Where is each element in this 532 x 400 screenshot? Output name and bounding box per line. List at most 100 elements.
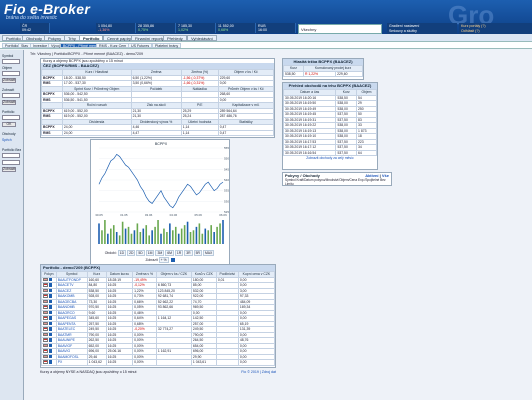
buy-icon[interactable] [48, 338, 52, 342]
period-option[interactable]: 3M [155, 250, 165, 256]
sidebar-label[interactable]: Spěch [2, 138, 12, 142]
period-option[interactable]: 1M [145, 250, 155, 256]
volume-bar [118, 235, 121, 244]
zoom-label: Zobrazit [145, 258, 158, 262]
period-option[interactable]: 3R [184, 250, 193, 256]
flag-icon [43, 305, 48, 309]
volume-bar [163, 228, 165, 244]
volume-bar [183, 225, 186, 244]
buy-icon[interactable] [48, 310, 52, 315]
sub-nav-tab[interactable]: Platební brány [152, 42, 182, 48]
ticker[interactable]: ČR 09:42 [20, 23, 50, 33]
buy-icon[interactable] [48, 327, 52, 331]
copyright-link[interactable]: Fio © 2019 | Zdroj dat [241, 370, 276, 374]
period-option[interactable]: MAX [202, 250, 215, 256]
ticker[interactable]: 7 185,30 1,02% [176, 23, 216, 33]
buy-icon[interactable] [48, 277, 52, 282]
volume-bar [180, 228, 183, 244]
buy-icon[interactable] [48, 349, 52, 353]
column-header: Datum kurzu [105, 271, 134, 278]
price-chart[interactable]: 555550545540535530525BCPPX30.05 31.05 03.0… [91, 140, 231, 248]
footer: Kurzy a objemy NYSE a NASDAQ jsou zpoždě… [40, 370, 276, 374]
sidebar: Symbol Objem Zobrazit Zobrazit Zobrazit … [0, 50, 24, 400]
volume-bar [222, 220, 224, 244]
period-option[interactable]: 6M [165, 250, 174, 256]
logout-button[interactable]: Odhlásit (?) [461, 29, 530, 34]
sub-nav-tab[interactable]: US Futures [128, 42, 153, 48]
show-button[interactable]: Zobrazit [2, 78, 16, 83]
nav-tab[interactable]: Obchody [22, 35, 47, 41]
y-tick-label: 535 [224, 189, 229, 193]
volume-bar [219, 223, 221, 244]
cell: 24,00 [61, 129, 132, 136]
portfolio-row[interactable]: PX 1 043,62 16:25 0,00% 1 043,61 0,00 [41, 359, 276, 366]
show-button[interactable]: Zobrazit [2, 100, 16, 105]
ticker[interactable]: 1 054,80 -1,36% [96, 23, 136, 33]
volume-bar [160, 233, 162, 244]
ok-button[interactable]: OK [2, 122, 16, 127]
buy-icon[interactable] [48, 283, 52, 287]
sub-nav-tab[interactable]: RMS - Kurz Cem [96, 42, 130, 48]
trades-title: Přehled obchodů na trhu BCPPX (BAACEZ) [283, 83, 377, 89]
portfolio-panel: Portfolio - demo7209 (BCPPX) Pokyn Symbol… [40, 264, 276, 368]
buy-icon[interactable] [48, 360, 52, 364]
period-option[interactable]: 5D [136, 250, 145, 256]
cell: RMS [41, 129, 63, 136]
ticker[interactable]: RUB 16:00 [256, 23, 296, 33]
show-button[interactable]: Zobrazit [2, 167, 16, 172]
flag-icon [43, 299, 48, 304]
buy-icon[interactable] [48, 316, 52, 320]
period-option[interactable]: 5R [193, 250, 202, 256]
x-tick-label: 31.05 [120, 213, 128, 217]
buy-icon[interactable] [48, 354, 52, 359]
cell: 1,14 [180, 129, 219, 136]
more-trades-link[interactable]: Zobrazit obchody za celý měsíc [283, 156, 377, 160]
trades-panel: Přehled obchodů na trhu BCPPX (BAACEZ) D… [282, 82, 378, 170]
header-buttons: Kurz portály (?) Odhlásit (?) [459, 23, 532, 34]
volume-bar [166, 232, 168, 244]
buy-icon[interactable] [48, 299, 52, 304]
x-tick-label: 04.06 [170, 213, 178, 217]
cell [155, 359, 192, 366]
nav-tab[interactable]: Vyhledávání [187, 35, 217, 41]
contracts-link[interactable]: Smlouvy a služby [389, 29, 455, 34]
buy-icon[interactable] [48, 305, 52, 309]
nav-tab[interactable]: Pokyny [44, 35, 66, 41]
nav-tab[interactable]: Přehledy [163, 35, 187, 41]
buy-icon[interactable] [48, 288, 52, 293]
period-option[interactable]: 1D [117, 250, 127, 256]
ticker[interactable]: 11 552,00 0,68% [216, 23, 256, 33]
column-header: Kusů v CZK [190, 271, 217, 278]
period-option[interactable]: 1R [174, 250, 184, 256]
nav-tab[interactable]: Trhy [64, 35, 80, 41]
cell: 16:25 [105, 359, 134, 366]
zoom-select[interactable]: + % [158, 257, 169, 263]
y-tick-label: 530 [224, 199, 229, 203]
volume-input[interactable] [2, 71, 20, 76]
side-quote-table: Kurz Kumulovaný prodej kurz 538,50 R 1,22%… [282, 65, 363, 77]
buy-icon[interactable] [48, 332, 52, 337]
ticker-change: 0,75% [138, 28, 149, 32]
cell[interactable]: PX [55, 359, 88, 366]
sidebar-label: Zobrazit [2, 88, 15, 92]
portfolio-select[interactable] [2, 115, 20, 120]
zoom-row: Zobrazit + % [91, 257, 229, 263]
display-input[interactable] [2, 93, 20, 98]
buy-icon[interactable] [48, 343, 52, 348]
nav-tab[interactable]: Portfolio [79, 35, 104, 41]
volume-bar [207, 230, 210, 244]
order-cell[interactable] [41, 359, 57, 366]
cell: 0,47 [217, 129, 275, 136]
flag-icon [43, 310, 48, 315]
buy-icon[interactable] [48, 294, 52, 298]
flag-icon [43, 316, 48, 320]
portfolio-filter-2[interactable] [2, 160, 20, 165]
search-icon[interactable] [171, 258, 175, 262]
market-select[interactable]: Všechny [298, 24, 382, 34]
price-line [98, 153, 224, 209]
period-option[interactable]: 2D [127, 250, 136, 256]
buy-icon[interactable] [48, 321, 52, 326]
portfolio-filter[interactable] [2, 153, 20, 158]
ticker[interactable]: 28 355,86 0,75% [136, 23, 176, 33]
symbol-input[interactable] [2, 59, 20, 64]
